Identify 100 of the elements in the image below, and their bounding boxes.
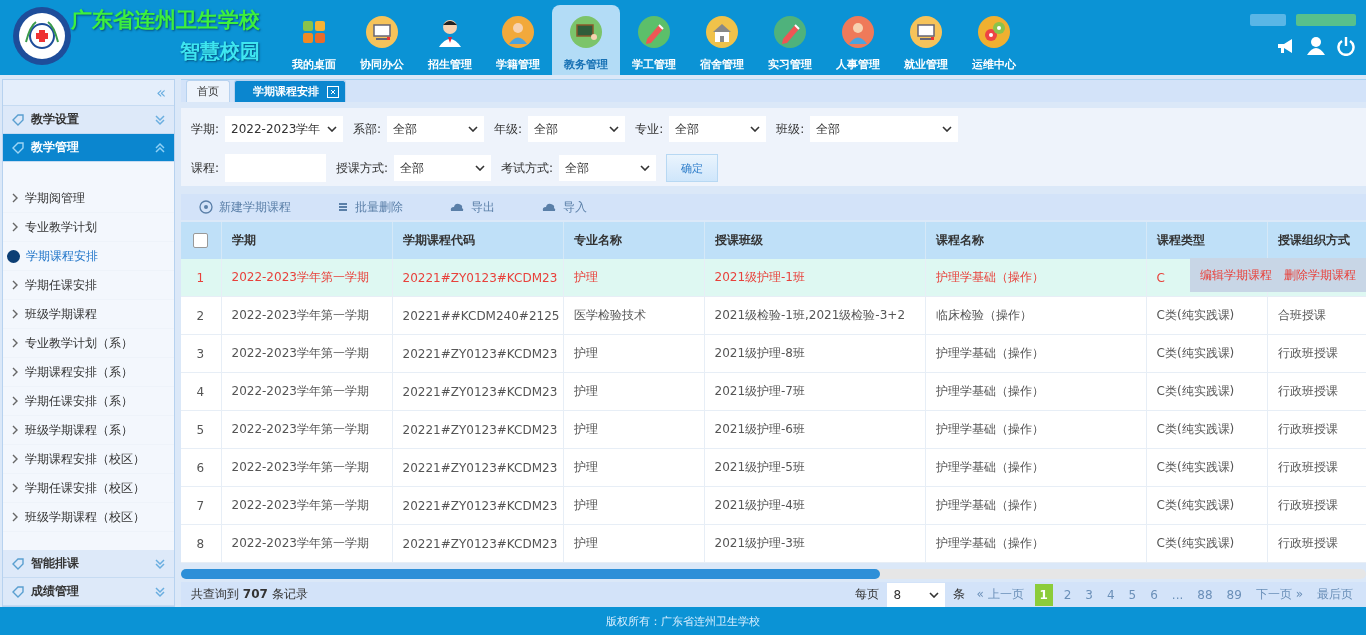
sidebar-group[interactable]: 教学设置 bbox=[3, 106, 174, 134]
sidebar-item[interactable]: 学期课程安排（校区） bbox=[3, 445, 174, 474]
tag-icon bbox=[11, 140, 25, 155]
nav-item[interactable]: 我的桌面 bbox=[280, 5, 348, 75]
sidebar-group[interactable]: 成绩管理 bbox=[3, 578, 174, 606]
page-link[interactable]: 3 bbox=[1082, 587, 1096, 602]
power-icon[interactable] bbox=[1336, 36, 1356, 56]
sidebar-item[interactable]: 班级学期课程（系） bbox=[3, 416, 174, 445]
sidebar-item[interactable]: 班级学期课程（校区） bbox=[3, 503, 174, 532]
previous-page-link[interactable]: « 上一页 bbox=[973, 586, 1027, 604]
nav-item[interactable]: 学工管理 bbox=[620, 5, 688, 75]
select-field[interactable]: 全部 bbox=[528, 116, 626, 142]
select-field[interactable]: 全部 bbox=[669, 116, 767, 142]
checkbox[interactable] bbox=[192, 233, 208, 249]
table-cell: 护理 bbox=[563, 524, 704, 563]
sidebar-group[interactable]: 智能排课 bbox=[3, 550, 174, 578]
page-link[interactable]: 5 bbox=[1125, 587, 1140, 602]
table-cell: 2022-2023学年第一学期 bbox=[221, 334, 392, 373]
table-cell: 行政班授课 bbox=[1267, 448, 1366, 487]
nav-item[interactable]: 宿舍管理 bbox=[688, 5, 756, 75]
close-icon[interactable] bbox=[327, 85, 339, 98]
toolbar-button[interactable]: 批量删除 bbox=[331, 197, 409, 217]
collapse-sidebar-button[interactable]: « bbox=[3, 80, 174, 106]
sidebar-item[interactable]: 班级学期课程 bbox=[3, 300, 174, 329]
user-icon[interactable] bbox=[1306, 36, 1326, 56]
chevron-right-icon bbox=[11, 482, 19, 494]
table-cell: C类(纯实践课) bbox=[1146, 296, 1267, 335]
school-emblem-icon bbox=[12, 6, 72, 66]
sidebar-item[interactable]: 专业教学计划 bbox=[3, 213, 174, 242]
sidebar-item[interactable]: 学期课程安排 bbox=[3, 242, 174, 271]
table-cell: 20221#ZY0123#KCDM23 bbox=[392, 486, 563, 525]
page-link[interactable]: 1 bbox=[1034, 583, 1053, 606]
table-cell: C类(纯实践课) bbox=[1146, 372, 1267, 411]
row-number: 1 bbox=[181, 259, 221, 297]
select-field[interactable]: 全部 bbox=[559, 155, 657, 181]
filter-label: 课程: bbox=[191, 159, 220, 177]
toolbar-button[interactable]: 导入 bbox=[535, 197, 593, 217]
list-icon bbox=[337, 201, 349, 214]
table-cell: 2021级护理-5班 bbox=[704, 448, 925, 487]
table-cell: 护理 bbox=[563, 448, 704, 487]
page-tab[interactable]: 学期课程安排 bbox=[234, 80, 346, 102]
nav-item[interactable]: 就业管理 bbox=[892, 5, 960, 75]
select-field[interactable]: 全部 bbox=[810, 116, 959, 142]
table-cell: 临床检验（操作） bbox=[925, 296, 1146, 335]
page-link[interactable]: 2 bbox=[1060, 587, 1075, 602]
page-link[interactable]: 89 bbox=[1223, 587, 1245, 602]
monitor-icon bbox=[909, 15, 943, 49]
sidebar-item[interactable]: 学期任课安排（系） bbox=[3, 387, 174, 416]
nav-item[interactable]: 学籍管理 bbox=[484, 5, 552, 75]
page-link[interactable]: 4 bbox=[1103, 587, 1118, 602]
table-cell: 2021级检验-1班,2021级检验-3+2 bbox=[704, 296, 925, 335]
select-field[interactable]: 2022-2023学年 bbox=[225, 116, 344, 142]
last-page-link[interactable]: 最后页 bbox=[1314, 586, 1356, 604]
select-field[interactable]: 全部 bbox=[387, 116, 485, 142]
next-page-link[interactable]: 下一页 » bbox=[1252, 586, 1306, 604]
copyright-text: 版权所有：广东省连州卫生学校 bbox=[606, 613, 760, 629]
sidebar-item[interactable]: 学期课程安排（系） bbox=[3, 358, 174, 387]
toolbar-button[interactable]: 新建学期课程 bbox=[193, 197, 297, 217]
horizontal-scrollbar[interactable] bbox=[181, 569, 1366, 580]
caret-icon bbox=[475, 165, 486, 171]
caret-icon bbox=[609, 126, 620, 132]
sidebar-item[interactable]: 学期阅管理 bbox=[3, 184, 174, 213]
page-link[interactable]: 6 bbox=[1147, 587, 1161, 602]
toolbar-button[interactable]: 导出 bbox=[443, 197, 501, 217]
table-cell: 护理学基础（操作） bbox=[925, 372, 1146, 411]
row-number: 6 bbox=[181, 448, 221, 487]
add-circle-icon bbox=[199, 200, 213, 215]
sidebar-item[interactable]: 专业教学计划（系） bbox=[3, 329, 174, 358]
table-cell: 护理 bbox=[563, 410, 704, 449]
chevron-right-icon bbox=[11, 511, 19, 523]
table-cell: 2022-2023学年第一学期 bbox=[221, 486, 392, 525]
row-number: 5 bbox=[181, 410, 221, 449]
table-cell: 行政班授课 bbox=[1267, 372, 1366, 411]
table-cell: 护理学基础（操作） bbox=[925, 448, 1146, 487]
nav-item[interactable]: 运维中心 bbox=[960, 5, 1028, 75]
column-header: 学期课程代码 bbox=[392, 222, 563, 260]
pencil-icon bbox=[773, 15, 807, 49]
person-icon bbox=[501, 15, 535, 49]
pencil-icon bbox=[637, 15, 671, 49]
select-field[interactable]: 全部 bbox=[394, 155, 492, 181]
table-cell: 2021级护理-8班 bbox=[704, 334, 925, 373]
nav-item[interactable]: 实习管理 bbox=[756, 5, 824, 75]
nav-item[interactable]: 人事管理 bbox=[824, 5, 892, 75]
page-link[interactable]: 88 bbox=[1194, 587, 1216, 602]
tag-icon bbox=[11, 556, 25, 571]
nav-item[interactable]: 协同办公 bbox=[348, 5, 416, 75]
confirm-button[interactable]: 确定 bbox=[666, 154, 719, 182]
filter-label: 学期: bbox=[191, 120, 220, 138]
school-name: 广东省连州卫生学校 bbox=[71, 7, 260, 34]
page-link[interactable]: ... bbox=[1168, 587, 1187, 602]
sidebar-item[interactable]: 学期任课安排（校区） bbox=[3, 474, 174, 503]
row-action-link[interactable]: 删除学期课程 bbox=[1282, 266, 1358, 284]
nav-item[interactable]: 教务管理 bbox=[552, 5, 620, 75]
sidebar-group[interactable]: 教学管理 bbox=[3, 134, 174, 162]
sidebar-item[interactable]: 学期任课安排 bbox=[3, 271, 174, 300]
page-size-select[interactable]: 8 bbox=[887, 582, 946, 607]
nav-item[interactable]: 招生管理 bbox=[416, 5, 484, 75]
page-tab[interactable]: 首页 bbox=[186, 80, 230, 102]
gears-icon bbox=[977, 15, 1011, 49]
chevron-right-icon bbox=[11, 279, 19, 291]
